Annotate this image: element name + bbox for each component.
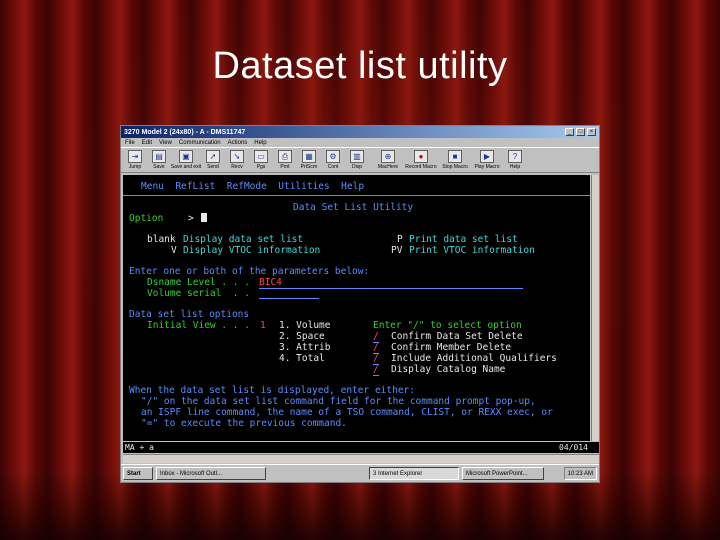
toolbar-print-screen-button[interactable]: ▦ PrtScrn: [297, 150, 321, 170]
blank-key: blank: [147, 234, 176, 245]
v-description: Display VTOC information: [183, 245, 321, 256]
initial-view-field[interactable]: 1: [260, 320, 266, 331]
slide-title: Dataset list utility: [212, 45, 508, 87]
volume-label: Volume serial . .: [147, 288, 250, 299]
ispf-action-bar[interactable]: Menu RefList RefMode Utilities Help: [141, 181, 364, 192]
view-option: 2. Space: [279, 331, 325, 342]
minimize-button[interactable]: _: [565, 128, 574, 136]
toolbar-stop-macro-button[interactable]: ■ Stop Macro: [439, 150, 471, 170]
cursor-position: 04/014: [559, 443, 588, 452]
window-title: 3270 Model 2 (24x80) - A - DMS11747: [124, 128, 246, 136]
start-button[interactable]: Start: [123, 467, 153, 480]
params-heading: Enter one or both of the parameters belo…: [129, 266, 370, 277]
view-option: 3. Attrib: [279, 342, 331, 353]
v-key: V: [171, 245, 177, 256]
stop-macro-icon: ■: [448, 150, 462, 163]
toolbar-play-macro-button[interactable]: ▶ Play Macro: [471, 150, 503, 170]
record-macro-icon: ●: [414, 150, 428, 163]
panel-title: Data Set List Utility: [293, 202, 414, 213]
windows-taskbar: Start Inbox - Microsoft Outl... 3 Intern…: [121, 464, 599, 482]
select-heading: Enter "/" to select option: [373, 320, 522, 331]
view-option: 4. Total: [279, 353, 325, 364]
save-icon: ▤: [152, 150, 166, 163]
horizontal-scrollbar[interactable]: [123, 454, 599, 463]
select-option-label: Display Catalog Name: [391, 364, 506, 375]
toolbar-record-macro-button[interactable]: ● Record Macro: [403, 150, 439, 170]
window-titlebar[interactable]: 3270 Model 2 (24x80) - A - DMS11747 _ □ …: [121, 126, 599, 138]
toolbar-save-exit-button[interactable]: ▣ Save and exit: [171, 150, 201, 170]
help-text: an ISPF line command, the name of a TSO …: [141, 407, 553, 418]
blank-description: Display data set list: [183, 234, 304, 245]
initial-view-label: Initial View . . .: [147, 320, 250, 331]
control-icon: ⚙: [326, 150, 340, 163]
emulator-window: 3270 Model 2 (24x80) - A - DMS11747 _ □ …: [120, 125, 600, 483]
toolbar-display-button[interactable]: ▥ Disp: [345, 150, 369, 170]
menu-view[interactable]: View: [159, 140, 172, 146]
close-button[interactable]: ×: [587, 128, 596, 136]
help-text: "/" on the data set list command field f…: [141, 396, 536, 407]
select-checkbox[interactable]: /: [373, 364, 379, 376]
toolbar: ⇥ Jump ▤ Save ▣ Save and exit ➚ Send ➘ Recv ▭…: [121, 147, 599, 173]
volume-field[interactable]: [259, 288, 319, 299]
taskbar-item-explorer[interactable]: 3 Internet Explorer: [369, 467, 459, 480]
toolbar-receive-button[interactable]: ➘ Recv: [225, 150, 249, 170]
status-left: MA + a: [125, 443, 154, 452]
help-text: "=" to execute the previous command.: [141, 418, 347, 429]
system-tray-clock: 10:23 AM: [563, 467, 597, 480]
menu-help[interactable]: Help: [254, 140, 266, 146]
save-exit-icon: ▣: [179, 150, 193, 163]
help-icon: ?: [508, 150, 522, 163]
pv-key: PV: [391, 245, 403, 256]
display-icon: ▥: [350, 150, 364, 163]
dsname-label: Dsname Level . . .: [147, 277, 250, 288]
option-prompt: >: [188, 213, 194, 224]
view-option: 1. Volume: [279, 320, 331, 331]
p-key: P: [397, 234, 403, 245]
pages-icon: ▭: [254, 150, 268, 163]
pv-description: Print VTOC information: [409, 245, 535, 256]
toolbar-control-button[interactable]: ⚙ Cont: [321, 150, 345, 170]
menu-actions[interactable]: Actions: [228, 140, 248, 146]
options-heading: Data set list options: [129, 309, 250, 320]
toolbar-send-button[interactable]: ➚ Send: [201, 150, 225, 170]
toolbar-macro-button[interactable]: ⊕ MacHere: [373, 150, 403, 170]
menu-communication[interactable]: Communication: [179, 140, 221, 146]
menu-file[interactable]: File: [125, 140, 135, 146]
print-screen-icon: ▦: [302, 150, 316, 163]
jump-icon: ⇥: [128, 150, 142, 163]
taskbar-item-outlook[interactable]: Inbox - Microsoft Outl...: [156, 467, 266, 480]
option-label: Option: [129, 213, 164, 224]
select-option-label: Confirm Member Delete: [391, 342, 512, 353]
toolbar-pages-button[interactable]: ▭ Pgs: [249, 150, 273, 170]
toolbar-jump-button[interactable]: ⇥ Jump: [123, 150, 147, 170]
receive-icon: ➘: [230, 150, 244, 163]
print-icon: ⎙: [278, 150, 292, 163]
text-cursor: [201, 213, 207, 222]
p-description: Print data set list: [409, 234, 518, 245]
play-macro-icon: ▶: [480, 150, 494, 163]
option-field[interactable]: [201, 213, 207, 224]
menu-edit[interactable]: Edit: [142, 140, 152, 146]
help-text: When the data set list is displayed, ent…: [129, 385, 415, 396]
select-option-label: Include Additional Qualifiers: [391, 353, 557, 364]
menu-bar: File Edit View Communication Actions Hel…: [121, 138, 599, 147]
terminal-screen[interactable]: Menu RefList RefMode Utilities Help Data…: [123, 175, 590, 441]
toolbar-print-button[interactable]: ⎙ Prnt: [273, 150, 297, 170]
operator-info-area: MA + a 04/014: [123, 442, 599, 453]
vertical-scrollbar[interactable]: [591, 175, 599, 441]
taskbar-item-powerpoint[interactable]: Microsoft PowerPoint...: [462, 467, 544, 480]
macro-icon: ⊕: [381, 150, 395, 163]
send-icon: ➚: [206, 150, 220, 163]
toolbar-help-button[interactable]: ? Help: [503, 150, 527, 170]
select-option-label: Confirm Data Set Delete: [391, 331, 523, 342]
toolbar-save-button[interactable]: ▤ Save: [147, 150, 171, 170]
maximize-button[interactable]: □: [576, 128, 585, 136]
